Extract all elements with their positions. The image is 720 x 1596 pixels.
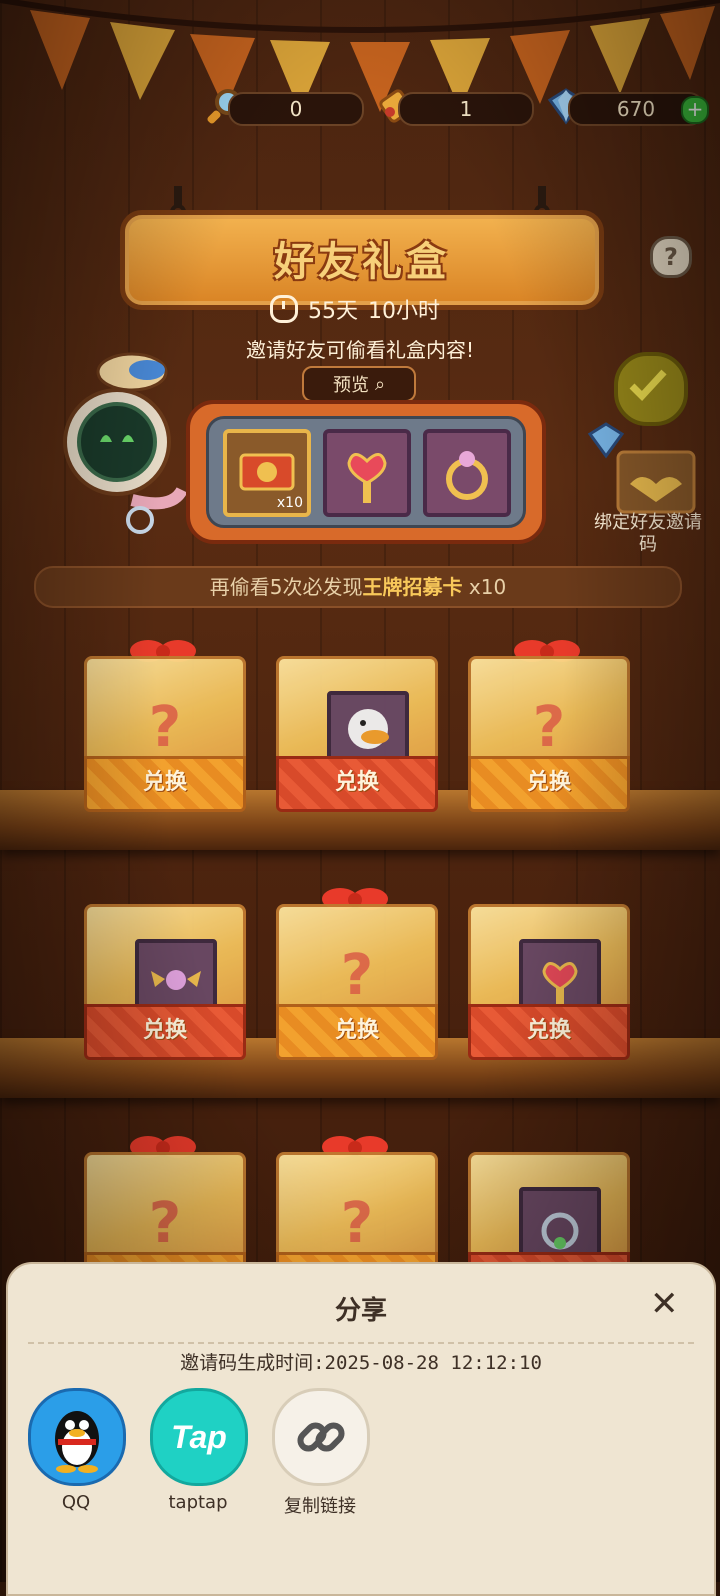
gift-box[interactable]: 兑换 [78,888,248,1060]
taptap-icon: Tap [150,1388,248,1486]
close-icon[interactable]: ✕ [650,1284,679,1324]
mystery-mark: ? [148,695,182,760]
box-glass: ? [468,656,630,760]
ring-icon [446,451,488,500]
banner-highlight: 王牌招募卡 [362,575,463,599]
redeem-button[interactable]: 兑换 [84,1004,246,1060]
key-icon [347,453,387,503]
gift-box[interactable]: 兑换 [270,640,440,812]
box-glass: ? [84,656,246,760]
box-glass [468,904,630,1021]
help-button[interactable]: ? [650,236,692,278]
mystery-mark: ? [532,695,566,760]
preview-button[interactable]: 预览 ⌕ [302,366,416,402]
share-label: taptap [168,1492,228,1513]
box-glass [468,1152,630,1269]
redeem-button[interactable]: 兑换 [468,756,630,812]
gift-box[interactable]: 兑换 [462,888,632,1060]
share-qq-button[interactable]: QQ [28,1388,126,1513]
share-taptap-button[interactable]: Tap taptap [150,1388,248,1513]
share-sheet: 分享 ✕ 邀请码生成时间:2025-08-28 12:12:10 QQ Tap … [6,1262,716,1596]
timer-days: 55天 [308,299,358,324]
preview-slot-key[interactable] [323,429,411,517]
invite-code-time: 邀请码生成时间:2025-08-28 12:12:10 [180,1352,542,1374]
gift-box[interactable]: ? 兑换 [462,640,632,812]
box-glass: ? [84,1152,246,1256]
preview-machine: x10 [186,400,546,544]
box-glass [276,656,438,773]
box-glass: ? [276,1152,438,1256]
banner-prefix: 再偷看5次必发现 [209,575,363,599]
check-badge[interactable] [614,352,688,426]
box-glass: ? [276,904,438,1008]
countdown-timer: 55天 10小时 [270,293,440,325]
scroll-count: 1 [398,92,534,126]
bind-invite-code-button[interactable]: 绑定好友邀请码 [586,420,710,570]
check-icon [629,369,667,402]
redeem-button[interactable]: 兑换 [84,756,246,812]
preview-slot-ring[interactable] [423,429,511,517]
preview-count: x10 [276,495,303,511]
qq-penguin-icon [28,1388,126,1486]
gem-icon [587,422,625,459]
box-glass [84,904,246,1021]
magnifier-count: 0 [228,92,364,126]
preview-slot-recruit-card[interactable]: x10 [223,429,311,517]
robot-mascot [63,352,188,534]
mystery-mark: ? [148,1191,182,1256]
clock-icon [270,295,298,323]
redeem-button[interactable]: 兑换 [468,1004,630,1060]
timer-hours: 10小时 [368,299,440,324]
mystery-mark: ? [340,1191,374,1256]
redeem-button[interactable]: 兑换 [276,756,438,812]
link-icon [272,1388,370,1486]
search-icon: ⌕ [374,373,386,395]
add-gems-button[interactable]: + [681,96,709,124]
gift-box[interactable]: ? 兑换 [270,888,440,1060]
preview-window: x10 [206,416,526,528]
guarantee-banner: 再偷看5次必发现王牌招募卡 x10 [34,566,682,608]
taptap-logo-text: Tap [171,1418,227,1455]
share-label: QQ [61,1492,91,1513]
share-label: 复制链接 [284,1496,356,1517]
page-title: 好友礼盒 [274,239,450,285]
copy-link-button[interactable]: 复制链接 [272,1388,370,1518]
banner-suffix: x10 [462,575,507,599]
handshake-icon [616,450,696,514]
preview-label: 预览 [332,375,369,396]
gift-box[interactable]: ? 兑换 [78,640,248,812]
divider [28,1342,694,1344]
mystery-mark: ? [340,943,374,1008]
share-title: 分享 [334,1296,387,1326]
bind-label: 绑定好友邀请码 [594,512,702,555]
redeem-button[interactable]: 兑换 [276,1004,438,1060]
